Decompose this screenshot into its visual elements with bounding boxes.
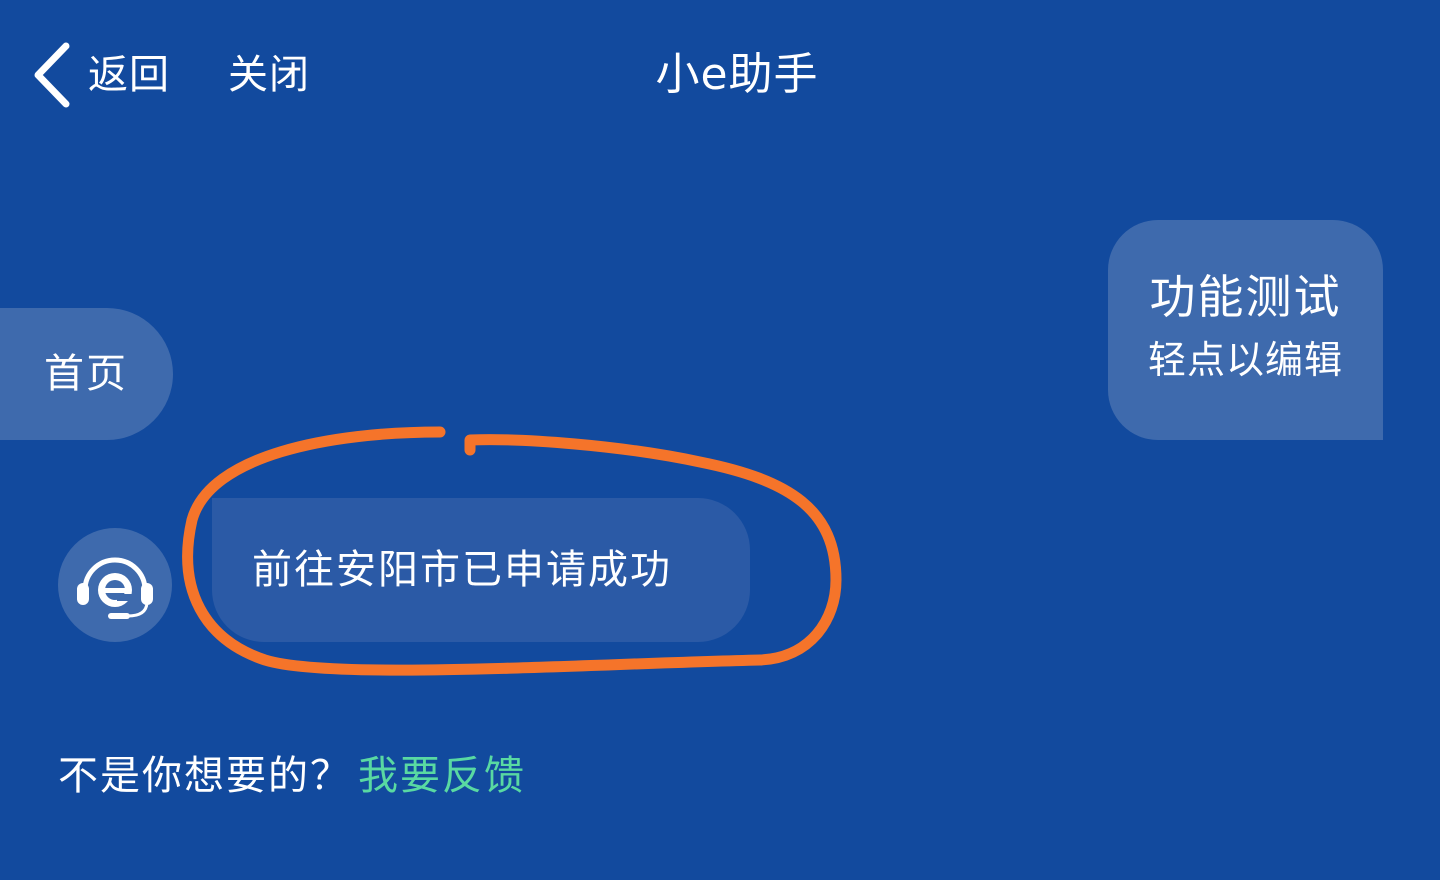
page-title: 小e助手 [655,49,819,100]
feedback-row: 不是你想要的？ 我要反馈 [58,740,526,812]
user-message-bubble[interactable]: 功能测试 轻点以编辑 [1108,220,1383,440]
header: 返回 关闭 小e助手 [0,0,1440,150]
bot-message-bubble: 前往安阳市已申请成功 [212,498,750,642]
feedback-link[interactable]: 我要反馈 [358,753,526,799]
user-message-text: 功能测试 [1149,270,1342,324]
bot-avatar [58,528,172,642]
feedback-prompt: 不是你想要的？ [58,753,352,799]
chat-screen: 返回 关闭 小e助手 功能测试 轻点以编辑 首页 前往安阳市已申请成功 不是你想… [0,0,1440,880]
headset-e-icon [77,557,153,619]
home-chip[interactable]: 首页 [0,308,173,440]
tap-to-edit-hint: 轻点以编辑 [1147,338,1343,382]
